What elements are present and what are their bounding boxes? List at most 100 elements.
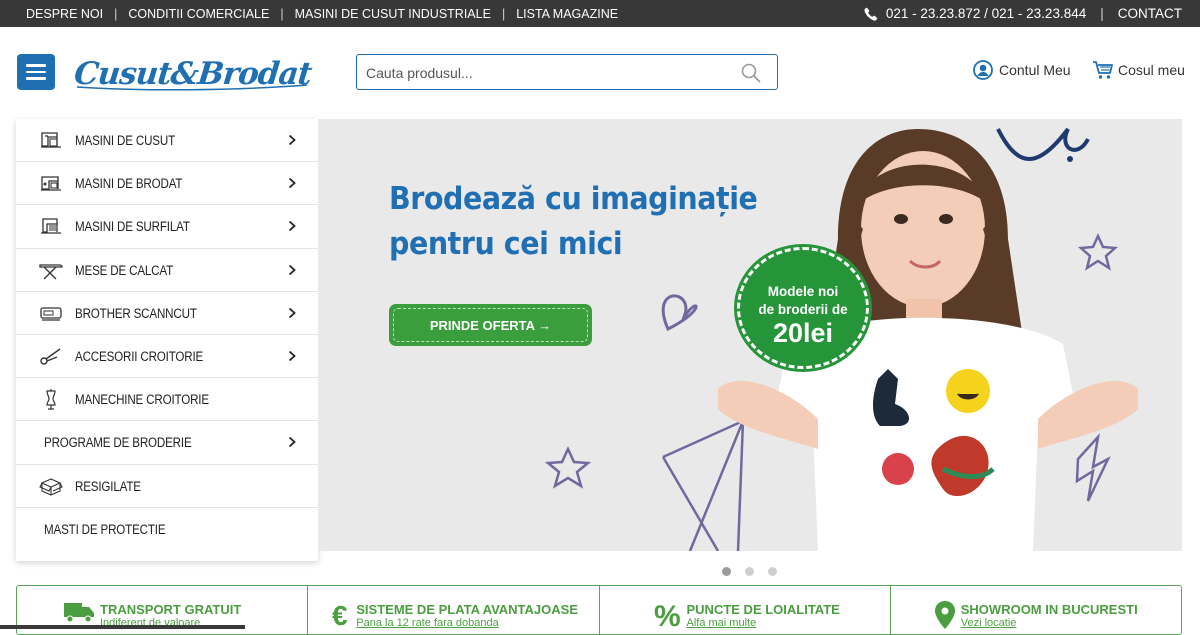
hero-title: Brodează cu imaginație pentru cei mici	[389, 177, 758, 267]
swirl-doodle-icon	[996, 127, 1090, 161]
sidebar-item-label: PROGRAME DE BRODERIE	[44, 435, 192, 451]
hero-title-line2: pentru cei mici	[389, 226, 623, 262]
menu-line	[26, 70, 46, 74]
link-masini-industriale[interactable]: MASINI DE CUSUT INDUSTRIALE	[295, 7, 491, 21]
top-links: DESPRE NOI | CONDITII COMERCIALE | MASIN…	[26, 7, 618, 21]
embroidery-machine-icon	[41, 176, 61, 191]
sidebar-item-label: MASINI DE BRODAT	[75, 176, 183, 192]
sidebar-item-accesorii-croitorie[interactable]: ACCESORII CROITORIE	[16, 335, 318, 379]
sidebar-item-programe-de-broderie[interactable]: PROGRAME DE BRODERIE	[16, 421, 318, 465]
phone-icon	[864, 7, 878, 21]
chevron-right-icon	[288, 307, 296, 318]
chevron-right-icon	[288, 134, 296, 146]
sidebar-item-label: ACCESORII CROITORIE	[75, 348, 204, 364]
open-box-icon	[39, 477, 63, 496]
sidebar-item-masti-de-protectie[interactable]: MASTI DE PROTECTIE	[16, 508, 318, 551]
sidebar-item-label: RESIGILATE	[75, 478, 141, 494]
chevron-right-icon	[288, 178, 296, 189]
menu-line	[26, 77, 46, 80]
divider: |	[114, 7, 118, 21]
badge-price: 20lei	[772, 318, 834, 348]
euro-icon: €	[332, 600, 348, 628]
badge-text: Modele noi de broderii de	[740, 283, 866, 319]
sidebar-item-masini-de-surfilat[interactable]: MASINI DE SURFILAT	[16, 205, 318, 249]
feature-title: TRANSPORT GRATUIT	[100, 602, 242, 617]
feature-subtitle[interactable]: Vezi locatie	[961, 617, 1017, 629]
sidebar-item-label: BROTHER SCANNCUT	[75, 305, 197, 321]
account-link[interactable]: Contul Meu	[973, 60, 1071, 80]
phone-numbers[interactable]: 021 - 23.23.872 / 021 - 23.23.844	[886, 6, 1086, 21]
carousel-dots	[722, 567, 777, 576]
cart-label: Cosul meu	[1118, 62, 1185, 78]
sidebar-item-label: MESE DE CALCAT	[75, 262, 174, 278]
carousel-dot-3[interactable]	[768, 567, 777, 576]
link-contact[interactable]: CONTACT	[1118, 6, 1182, 21]
overlock-machine-icon	[41, 218, 61, 235]
svg-text:%: %	[654, 600, 681, 630]
truck-icon	[64, 603, 94, 623]
menu-line	[26, 64, 46, 67]
star-doodle-icon	[1077, 232, 1119, 271]
search-icon[interactable]	[741, 63, 761, 83]
star-doodle-icon	[544, 446, 592, 489]
link-lista-magazine[interactable]: LISTA MAGAZINE	[516, 7, 618, 21]
badge-line1: Modele noi	[767, 284, 839, 299]
sewing-machine-icon	[41, 132, 61, 148]
link-despre-noi[interactable]: DESPRE NOI	[26, 7, 103, 21]
sidebar-item-manechine-croitorie[interactable]: MANECHINE CROITORIE	[16, 378, 318, 422]
site-header: Cusut&Brodat Contul Meu Cosul meu	[0, 27, 1200, 119]
chevron-right-icon	[288, 264, 296, 275]
chevron-right-icon	[288, 221, 296, 232]
promo-badge: Modele noi de broderii de 20lei	[734, 244, 872, 372]
sidebar-item-masini-de-brodat[interactable]: MASINI DE BRODAT	[16, 162, 318, 206]
carousel-dot-1[interactable]	[722, 567, 731, 576]
link-conditii-comerciale[interactable]: CONDITII COMERCIALE	[128, 7, 269, 21]
feature-loialitate[interactable]: % PUNCTE DE LOIALITATE Alfa mai multe	[600, 586, 891, 634]
cutting-machine-icon	[40, 307, 62, 321]
feature-title: SISTEME DE PLATA AVANTAJOASE	[356, 602, 578, 617]
sidebar-item-label: MASINI DE CUSUT	[75, 133, 175, 148]
prinde-oferta-button[interactable]: PRINDE OFERTA →	[389, 304, 592, 346]
sidebar-item-label: MASINI DE SURFILAT	[75, 219, 190, 235]
scissors-icon	[40, 348, 61, 365]
kite-doodle-icon	[661, 418, 746, 551]
top-contact: 021 - 23.23.872 / 021 - 23.23.844 | CONT…	[864, 6, 1182, 21]
search-input[interactable]	[366, 62, 726, 84]
sidebar-item-mese-de-calcat[interactable]: MESE DE CALCAT	[16, 249, 318, 292]
divider: |	[280, 7, 284, 21]
site-logo[interactable]: Cusut&Brodat	[69, 51, 319, 103]
feature-title: PUNCTE DE LOIALITATE	[686, 602, 840, 617]
feature-plata[interactable]: € SISTEME DE PLATA AVANTAJOASE Pana la 1…	[308, 586, 600, 634]
cart-link[interactable]: Cosul meu	[1092, 59, 1185, 81]
chevron-right-icon	[288, 350, 296, 362]
sidebar-item-label: MANECHINE CROITORIE	[75, 392, 209, 408]
top-bar: DESPRE NOI | CONDITII COMERCIALE | MASIN…	[0, 0, 1200, 27]
heart-doodle-icon	[661, 294, 698, 332]
ironing-board-icon	[39, 263, 63, 280]
mannequin-icon	[46, 389, 56, 410]
sidebar-item-masini-de-cusut[interactable]: MASINI DE CUSUT	[16, 119, 318, 163]
feature-title: SHOWROOM IN BUCURESTI	[960, 602, 1138, 617]
chevron-right-icon	[288, 437, 296, 448]
badge-line2: de broderii de	[758, 302, 848, 317]
horizontal-scrollbar[interactable]	[0, 625, 245, 629]
cart-icon	[1093, 61, 1113, 79]
feature-subtitle[interactable]: Alfa mai multe	[687, 617, 757, 629]
feature-subtitle[interactable]: Pana la 12 rate fara dobanda	[356, 617, 499, 629]
divider: |	[501, 7, 506, 21]
logo-wordmark: Cusut&Brodat	[72, 56, 314, 92]
sidebar-item-brother-scanncut[interactable]: BROTHER SCANNCUT	[16, 292, 318, 335]
lightning-doodle-icon	[1075, 433, 1111, 502]
account-label: Contul Meu	[999, 62, 1071, 78]
hamburger-menu-button[interactable]	[17, 54, 55, 90]
svg-text:€: €	[332, 600, 348, 628]
cta-label: PRINDE OFERTA →	[393, 308, 588, 342]
carousel-dot-2[interactable]	[745, 567, 754, 576]
hero-title-line1: Brodează cu imaginație	[389, 181, 758, 217]
feature-showroom[interactable]: SHOWROOM IN BUCURESTI Vezi locatie	[891, 586, 1181, 634]
hero-banner[interactable]: Brodează cu imaginație pentru cei mici P…	[318, 119, 1182, 551]
category-sidebar: MASINI DE CUSUT MASINI DE BRODAT MASINI …	[16, 119, 318, 561]
sidebar-item-resigilate[interactable]: RESIGILATE	[16, 465, 318, 508]
sidebar-item-label: MASTI DE PROTECTIE	[44, 521, 166, 537]
divider: |	[1100, 6, 1104, 21]
